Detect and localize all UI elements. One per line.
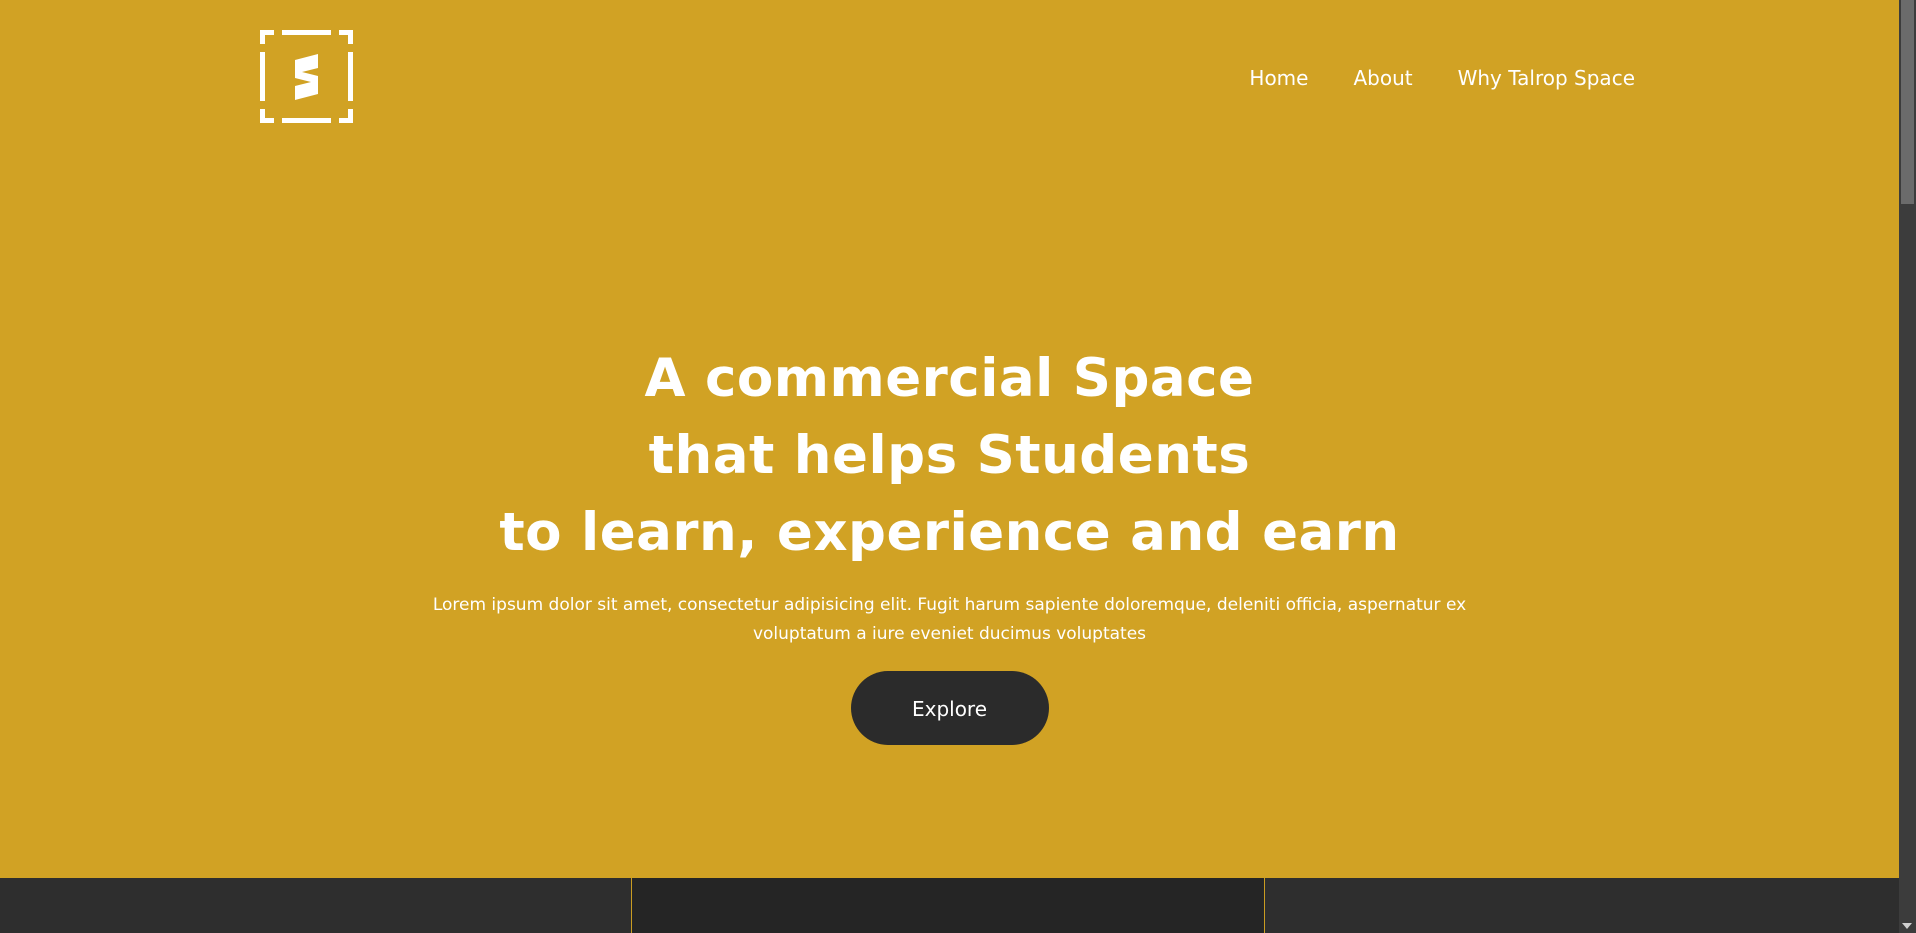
hero-title-line-3: to learn, experience and earn xyxy=(499,502,1400,563)
talrop-space-logo-icon[interactable] xyxy=(260,30,353,123)
feature-card-2 xyxy=(631,878,1265,933)
nav-about-link[interactable]: About xyxy=(1353,66,1412,90)
nav-why-talrop-space-link[interactable]: Why Talrop Space xyxy=(1458,66,1635,90)
explore-button[interactable]: Explore xyxy=(850,671,1049,745)
hero-content: A commercial Space that helps Students t… xyxy=(0,340,1899,745)
scroll-down-arrow-icon[interactable] xyxy=(1902,923,1912,929)
vertical-scrollbar[interactable] xyxy=(1899,0,1916,933)
hero-title: A commercial Space that helps Students t… xyxy=(0,340,1899,571)
page: Home About Why Talrop Space A commercial… xyxy=(0,0,1916,933)
hero-description: Lorem ipsum dolor sit amet, consectetur … xyxy=(432,595,1467,644)
hero-title-line-2: that helps Students xyxy=(648,425,1251,486)
feature-card-1 xyxy=(0,878,631,933)
hero-section: Home About Why Talrop Space A commercial… xyxy=(0,0,1899,933)
feature-card-3 xyxy=(1265,878,1899,933)
main-nav: Home About Why Talrop Space xyxy=(1249,66,1635,90)
hero-title-line-1: A commercial Space xyxy=(644,348,1255,409)
next-section-strip xyxy=(0,878,1899,933)
nav-home-link[interactable]: Home xyxy=(1249,66,1308,90)
scrollbar-thumb[interactable] xyxy=(1901,0,1914,204)
